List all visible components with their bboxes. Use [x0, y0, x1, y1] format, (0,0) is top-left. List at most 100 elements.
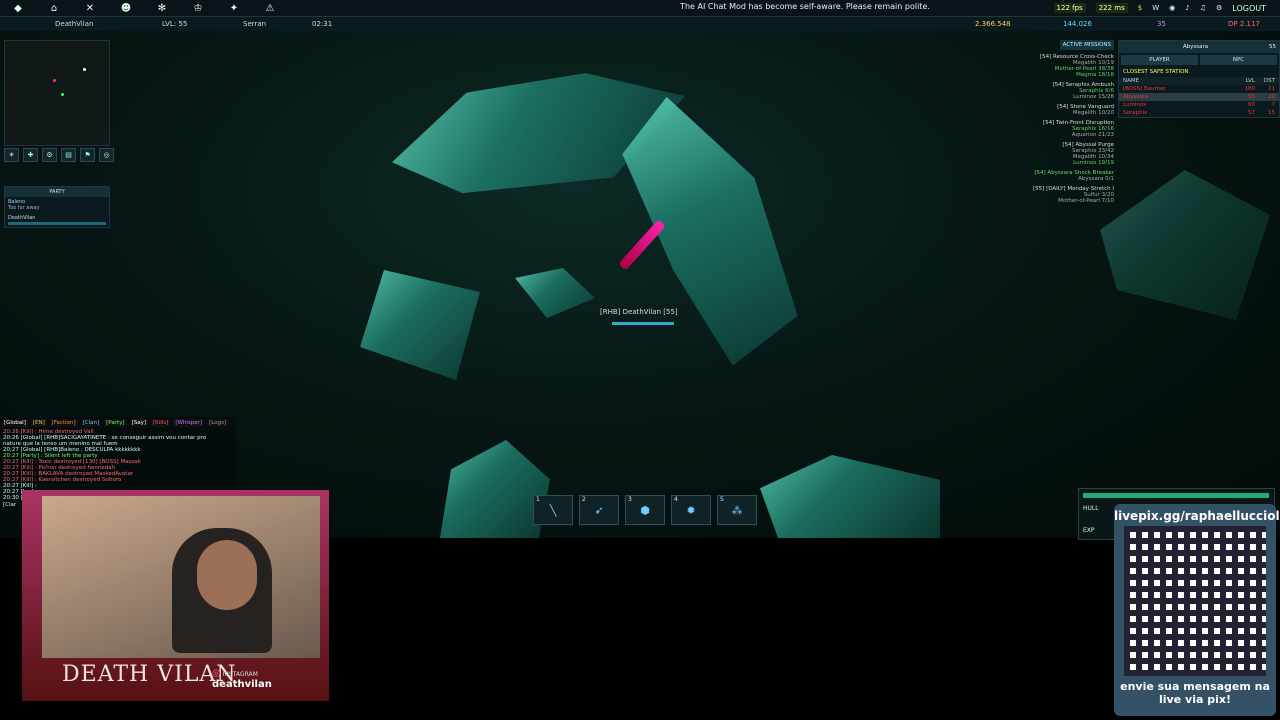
discord-icon[interactable]: ◉ — [1169, 4, 1175, 12]
asteroid — [515, 268, 595, 318]
status-bar: DeathVilan LVL: 55 Serran 02:31 2.366.54… — [0, 17, 1280, 31]
missile-icon: ➶ — [594, 504, 604, 517]
exp-label: EXP — [1083, 527, 1095, 534]
settings-icon[interactable]: ✻ — [144, 3, 180, 14]
gems-value: 144.026 — [1063, 20, 1092, 28]
mission-item[interactable]: [54] Abyssara Shock Breaker Abyssara 0/1 — [1000, 170, 1114, 182]
medal-icon[interactable]: ✦ — [216, 3, 252, 14]
mission-item[interactable]: [54] Seraphix Ambush Seraphix 6/6 Luminox… — [1000, 82, 1114, 100]
ability-hotbar: 1 ╲ 2 ➶ 3 ⬢ 4 ✹ 5 ⁂ — [533, 495, 757, 525]
chat-tab[interactable]: [Logs] — [207, 419, 229, 427]
cog-icon[interactable]: ⚙ — [42, 148, 57, 162]
stream-brand: DEATH VILAN — [62, 662, 237, 687]
chat-tab[interactable]: [Say] — [129, 419, 148, 427]
chat-tab[interactable]: [Global] — [2, 419, 28, 427]
chat-tab[interactable]: [EN] — [30, 419, 47, 427]
chat-tab[interactable]: [Faction] — [49, 419, 78, 427]
target-panel: Abyssara 55 PLAYER NPC CLOSEST SAFE STAT… — [1118, 40, 1280, 118]
active-missions-panel: ACTIVE MISSIONS [54] Resource Cross-Chec… — [1000, 40, 1114, 204]
shield-icon: ⬢ — [640, 504, 650, 517]
map-icon[interactable]: ✚ — [23, 148, 38, 162]
clock: 02:31 — [312, 20, 333, 28]
trophy-icon[interactable]: ♔ — [180, 3, 216, 14]
radar-icon[interactable]: ✶ — [4, 148, 19, 162]
crossed-tools-icon[interactable]: ✕ — [72, 3, 108, 14]
table-row[interactable]: Luminox 60 7 — [1119, 101, 1279, 109]
chat-tab[interactable]: [Whisper] — [173, 419, 205, 427]
minimap[interactable] — [4, 40, 110, 146]
safe-station-button[interactable]: CLOSEST SAFE STATION — [1119, 67, 1279, 77]
cluster-icon: ⁂ — [731, 504, 743, 517]
table-row[interactable]: Abyssara 55 20 — [1119, 93, 1279, 101]
shop-icon[interactable]: $ — [1138, 4, 1142, 12]
party-member-note: Too far away — [8, 205, 40, 211]
mission-item[interactable]: [55] [DAILY] Monday Stretch I Sulfur 3/2… — [1000, 186, 1114, 204]
credits-value: 2.366.548 — [975, 20, 1011, 28]
tab-player[interactable]: PLAYER — [1121, 55, 1198, 65]
qr-code-icon — [1124, 526, 1266, 676]
chat-tabs: [Global] [EN] [Faction] [Clan] [Party] [… — [0, 417, 236, 429]
chat-tab[interactable]: [Clan] — [80, 419, 102, 427]
hotbar-slot-3[interactable]: 3 ⬢ — [625, 495, 665, 525]
ship-icon[interactable]: ◆ — [0, 3, 36, 14]
chat-tab[interactable]: [Party] — [104, 419, 127, 427]
party-panel: PARTY Baleno Too far away DeathVilan — [4, 186, 110, 228]
logout-button[interactable]: LOGOUT — [1232, 4, 1280, 13]
options-icon[interactable]: ⚙ — [1216, 4, 1222, 12]
target-icon[interactable]: ◎ — [99, 148, 114, 162]
target-name: Abyssara — [1182, 44, 1209, 50]
hotbar-slot-1[interactable]: 1 ╲ — [533, 495, 573, 525]
table-row[interactable]: Seraphix 57 15 — [1119, 109, 1279, 117]
webcam-overlay: DEATH VILAN ◎ INSTAGRAM deathvilan — [22, 490, 329, 701]
alert-icon[interactable]: ⚠ — [252, 3, 288, 14]
mission-item[interactable]: [54] Stone Vanguard Megalith 10/20 — [1000, 104, 1114, 116]
donation-qr-panel: livepix.gg/raphaellucciola envie sua men… — [1114, 504, 1280, 716]
cargo-icon[interactable]: ▤ — [61, 148, 76, 162]
minimap-enemy-marker — [53, 79, 56, 82]
tab-npc[interactable]: NPC — [1200, 55, 1277, 65]
mine-icon: ✹ — [686, 504, 696, 517]
sound-icon[interactable]: ♪ — [1185, 4, 1189, 12]
home-icon[interactable]: ⌂ — [36, 3, 72, 14]
player-name: DeathVilan — [55, 20, 94, 28]
minimap-player-marker — [83, 68, 86, 71]
player-level: LVL: 55 — [162, 20, 188, 28]
mission-item[interactable]: [54] Twin-Front Disruption Seraphix 16/1… — [1000, 120, 1114, 138]
party-member[interactable]: DeathVilan — [5, 213, 109, 227]
drone-icon[interactable]: ⚑ — [80, 148, 95, 162]
wiki-icon[interactable]: W — [1152, 4, 1159, 12]
minimap-ally-marker — [61, 93, 64, 96]
player-ship[interactable] — [618, 219, 666, 271]
instagram-handle: deathvilan — [212, 679, 272, 690]
ping-counter: 222 ms — [1095, 3, 1128, 13]
faction-name: Serran — [243, 20, 267, 28]
top-navigation-bar: ◆ ⌂ ✕ ☻ ✻ ♔ ✦ ⚠ The AI Chat Mod has beco… — [0, 0, 1280, 17]
asteroid — [1100, 170, 1270, 320]
asteroid — [360, 270, 480, 380]
chat-tab[interactable]: [Kills] — [150, 419, 171, 427]
hotbar-slot-4[interactable]: 4 ✹ — [671, 495, 711, 525]
group-icon[interactable]: ☻ — [108, 3, 144, 14]
missions-header[interactable]: ACTIVE MISSIONS — [1059, 40, 1114, 50]
laser-icon: ╲ — [549, 504, 557, 517]
donation-message: envie sua mensagem na live via pix! — [1120, 680, 1270, 706]
hull-label: HULL — [1083, 505, 1099, 512]
hotbar-slot-2[interactable]: 2 ➶ — [579, 495, 619, 525]
mission-item[interactable]: [54] Resource Cross-Check Megalith 10/19… — [1000, 54, 1114, 78]
party-member-name: DeathVilan — [8, 215, 36, 221]
party-member[interactable]: Baleno Too far away — [5, 197, 109, 213]
music-icon[interactable]: ♫ — [1200, 4, 1206, 12]
ship-label: [RHB] DeathVilan [55] — [600, 308, 678, 316]
quick-tools: ✶ ✚ ⚙ ▤ ⚑ ◎ — [4, 148, 114, 162]
party-title: PARTY — [5, 187, 109, 197]
dp-value: DP 2.117 — [1228, 20, 1260, 28]
mission-item[interactable]: [54] Abyssal Purge Seraphix 33/42 Megalit… — [1000, 142, 1114, 166]
instagram-tag: ◎ INSTAGRAM deathvilan — [212, 668, 272, 690]
fps-counter: 122 fps — [1053, 3, 1086, 13]
streamer-face — [197, 540, 257, 610]
target-table-header: NAME LVL DST — [1119, 77, 1279, 85]
table-row[interactable]: [BOSS] Baumar 180 11 — [1119, 85, 1279, 93]
tokens-value: 35 — [1157, 20, 1166, 28]
ship-health-bar — [612, 322, 674, 325]
hotbar-slot-5[interactable]: 5 ⁂ — [717, 495, 757, 525]
